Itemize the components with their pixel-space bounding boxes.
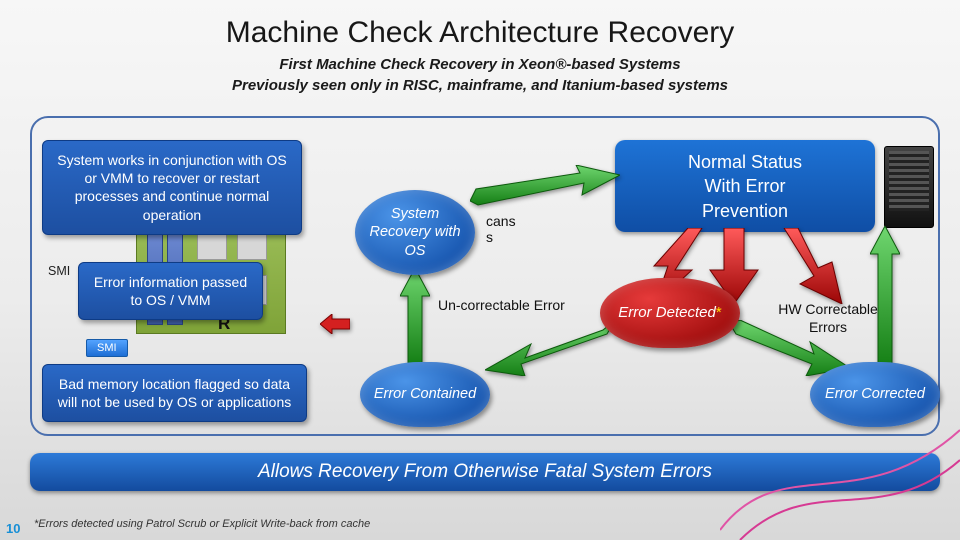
bubble-error-detected: Error Detected* — [600, 278, 740, 348]
subtitle-line-1: First Machine Check Recovery in Xeon®-ba… — [0, 56, 960, 73]
bubble-system-recovery-text: System Recovery with OS — [361, 205, 469, 259]
status-line1: Normal Status — [615, 150, 875, 174]
green-arrow-icon — [485, 320, 615, 376]
partial-label-scans: cans s — [486, 213, 516, 245]
bubble-error-corrected-text: Error Corrected — [825, 385, 925, 403]
bubble-error-detected-text: Error Detected — [618, 304, 716, 323]
page-title: Machine Check Architecture Recovery — [0, 0, 960, 50]
asterisk-marker: * — [716, 304, 722, 323]
bubble-error-contained: Error Contained — [360, 362, 490, 427]
conclusion-banner: Allows Recovery From Otherwise Fatal Sys… — [30, 453, 940, 491]
bubble-system-recovery: System Recovery with OS — [355, 190, 475, 275]
green-arrow-icon — [470, 165, 620, 215]
smi-badge-inner: SMI — [86, 339, 128, 357]
bubble-error-contained-text: Error Contained — [374, 385, 476, 403]
normal-status-box: Normal Status With Error Prevention — [615, 140, 875, 232]
red-arrow-icon — [770, 228, 850, 304]
green-arrow-icon — [870, 226, 900, 366]
green-arrow-icon — [730, 320, 850, 376]
server-rack-icon — [884, 146, 934, 228]
smi-label-outer: SMI — [48, 264, 70, 278]
red-arrow-left-icon — [320, 314, 350, 334]
callout-error-info: Error information passed to OS / VMM — [78, 262, 263, 320]
page-number: 10 — [6, 521, 20, 536]
bubble-error-corrected: Error Corrected — [810, 362, 940, 427]
green-arrow-icon — [400, 268, 430, 364]
subtitle-line-2: Previously seen only in RISC, mainframe,… — [0, 77, 960, 94]
label-uncorrectable: Un-correctable Error — [438, 297, 565, 313]
footnote-text: *Errors detected using Patrol Scrub or E… — [34, 518, 370, 530]
status-line2: With Error — [615, 174, 875, 198]
callout-bad-memory: Bad memory location flagged so data will… — [42, 364, 307, 422]
status-line3: Prevention — [615, 199, 875, 223]
callout-system-works: System works in conjunction with OS or V… — [42, 140, 302, 235]
